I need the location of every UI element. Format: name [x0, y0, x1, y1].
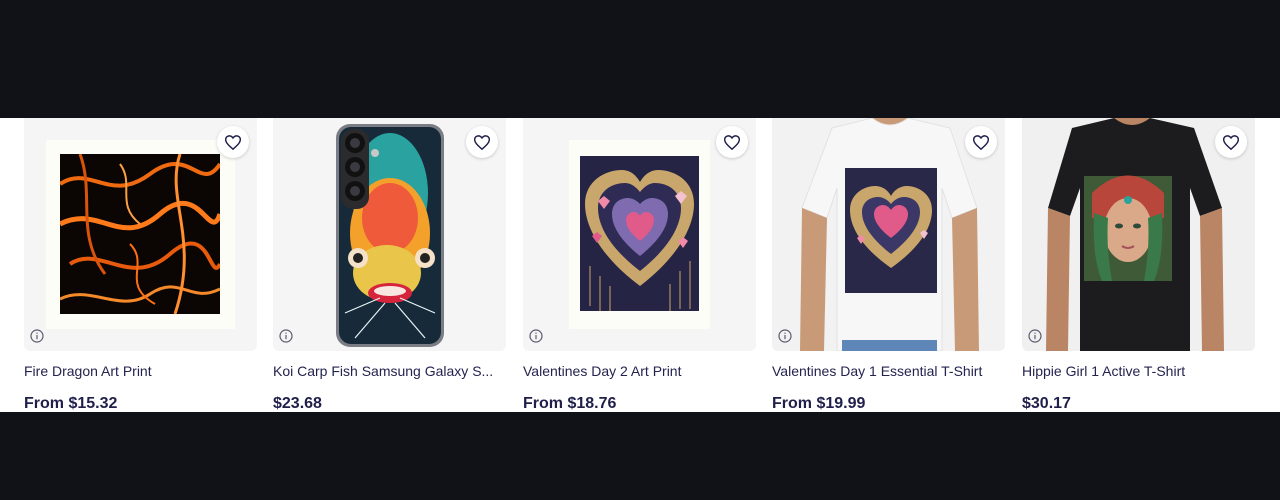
- product-title[interactable]: Fire Dragon Art Print: [24, 363, 257, 379]
- valentines-hearts-artwork: [580, 156, 699, 311]
- product-image[interactable]: [772, 118, 1005, 351]
- favorite-button[interactable]: [466, 126, 498, 158]
- favorite-button[interactable]: [1215, 126, 1247, 158]
- favorite-button[interactable]: [965, 126, 997, 158]
- heart-outline-icon: [973, 134, 989, 150]
- product-title[interactable]: Valentines Day 2 Art Print: [523, 363, 756, 379]
- favorite-button[interactable]: [217, 126, 249, 158]
- product-card[interactable]: Hippie Girl 1 Active T-Shirt $30.17: [1022, 118, 1255, 412]
- product-title[interactable]: Koi Carp Fish Samsung Galaxy S...: [273, 363, 506, 379]
- product-image[interactable]: [523, 118, 756, 351]
- product-image[interactable]: [273, 118, 506, 351]
- info-circle-icon[interactable]: [778, 329, 792, 343]
- product-grid: Fire Dragon Art Print From $15.32 Koi Ca…: [0, 118, 1280, 412]
- product-image[interactable]: [24, 118, 257, 351]
- product-price: $23.68: [273, 395, 322, 412]
- heart-outline-icon: [724, 134, 740, 150]
- product-image[interactable]: [1022, 118, 1255, 351]
- product-card[interactable]: Koi Carp Fish Samsung Galaxy S... $23.68: [273, 118, 506, 412]
- product-price: $30.17: [1022, 395, 1071, 412]
- koi-phone-case-artwork: [336, 124, 444, 347]
- product-price: From $19.99: [772, 395, 866, 412]
- favorite-button[interactable]: [716, 126, 748, 158]
- product-price: From $15.32: [24, 395, 118, 412]
- heart-outline-icon: [474, 134, 490, 150]
- info-circle-icon[interactable]: [279, 329, 293, 343]
- product-title[interactable]: Hippie Girl 1 Active T-Shirt: [1022, 363, 1255, 379]
- product-title[interactable]: Valentines Day 1 Essential T-Shirt: [772, 363, 1005, 379]
- product-price: From $18.76: [523, 395, 617, 412]
- product-card[interactable]: Valentines Day 2 Art Print From $18.76: [523, 118, 756, 412]
- info-circle-icon[interactable]: [1028, 329, 1042, 343]
- fire-dragon-artwork: [60, 154, 220, 314]
- info-circle-icon[interactable]: [529, 329, 543, 343]
- info-circle-icon[interactable]: [30, 329, 44, 343]
- product-card[interactable]: Valentines Day 1 Essential T-Shirt From …: [772, 118, 1005, 412]
- heart-outline-icon: [225, 134, 241, 150]
- heart-outline-icon: [1223, 134, 1239, 150]
- product-card[interactable]: Fire Dragon Art Print From $15.32: [24, 118, 257, 412]
